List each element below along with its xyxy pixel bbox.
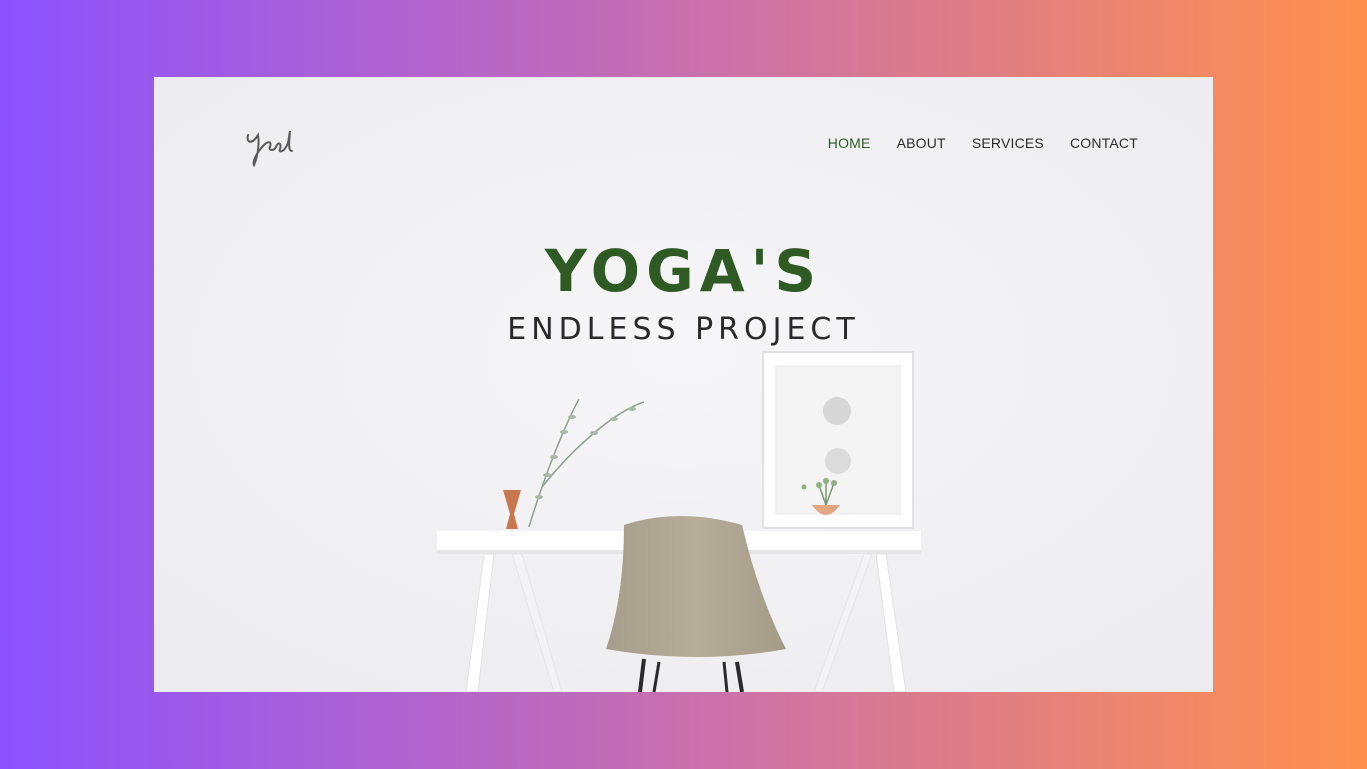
nav-contact[interactable]: CONTACT (1070, 135, 1138, 151)
main-menu: HOME ABOUT SERVICES CONTACT (828, 135, 1138, 151)
picture-frame (762, 351, 914, 529)
hero-subtitle: ENDLESS PROJECT (507, 312, 860, 347)
signature-logo[interactable] (242, 121, 298, 171)
nav-services[interactable]: SERVICES (972, 135, 1044, 151)
navbar: HOME ABOUT SERVICES CONTACT (154, 77, 1213, 207)
nav-home[interactable]: HOME (828, 135, 871, 151)
signature-logo-drawing (246, 130, 293, 168)
hero-title: YOGA'S (544, 237, 823, 305)
hero-frame: HOME ABOUT SERVICES CONTACT YOGA'S ENDLE… (154, 77, 1213, 692)
nav-about[interactable]: ABOUT (897, 135, 946, 151)
